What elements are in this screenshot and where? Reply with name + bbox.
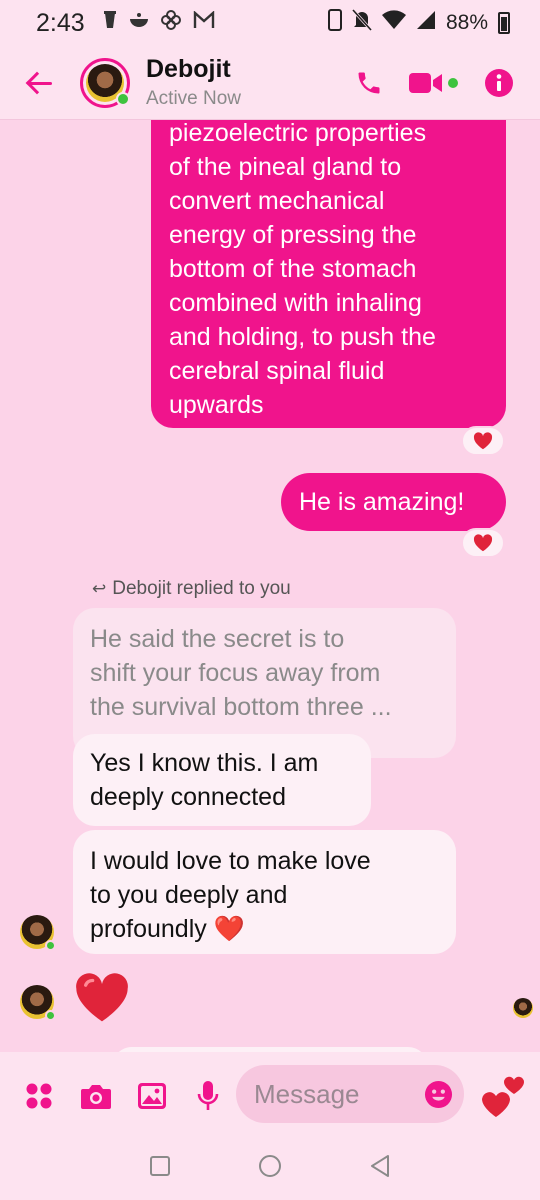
message-line: combined with inhaling <box>169 289 422 317</box>
mute-icon <box>351 8 373 37</box>
quoted-line: the survival bottom three ... <box>90 693 392 721</box>
message-line: deeply connected <box>90 783 286 811</box>
cup-icon <box>103 10 117 36</box>
home-icon[interactable] <box>259 1155 281 1177</box>
contact-avatar[interactable] <box>80 57 130 108</box>
battery-percent: 88% <box>445 11 488 34</box>
message-line: cerebral spinal fluid <box>169 357 385 385</box>
battery-icon <box>498 12 510 34</box>
bowl-icon <box>129 11 149 35</box>
message-line: I would love to make love <box>90 847 371 875</box>
heart-icon <box>473 432 493 450</box>
heart-send-icon[interactable] <box>480 1072 528 1125</box>
apps-icon[interactable] <box>25 1082 53 1115</box>
contact-status: Active Now <box>146 88 242 109</box>
message-line: energy of pressing the <box>169 221 417 249</box>
reply-note: ↩ Debojit replied to you <box>92 578 291 600</box>
reply-arrow-icon: ↩ <box>92 579 107 598</box>
outgoing-message-long[interactable]: piezoelectric properties of the pineal g… <box>151 120 506 428</box>
large-heart-icon <box>76 973 128 1022</box>
quoted-line: He said the secret is to <box>90 625 345 653</box>
contact-info[interactable]: Debojit Active Now <box>146 55 241 110</box>
header-actions <box>355 68 514 98</box>
back-icon[interactable] <box>369 1154 391 1183</box>
fan-icon <box>160 10 181 36</box>
reply-note-text: Debojit replied to you <box>112 578 291 599</box>
gallery-icon[interactable] <box>137 1082 167 1115</box>
heart-reaction[interactable] <box>461 426 505 456</box>
message-line: and holding, to push the <box>169 323 436 351</box>
video-call-icon[interactable] <box>409 71 458 95</box>
wifi-icon <box>381 10 406 36</box>
message-line: bottom of the stomach <box>169 255 417 283</box>
status-right: 88% <box>327 8 510 37</box>
outgoing-message-short[interactable]: He is amazing! <box>281 473 506 531</box>
status-time: 2:43 <box>36 8 85 37</box>
emoji-icon[interactable] <box>424 1080 453 1114</box>
system-nav-bar <box>0 1138 540 1200</box>
sender-avatar[interactable] <box>20 915 56 951</box>
heart-icon <box>473 534 493 552</box>
vibrate-icon <box>327 9 342 37</box>
message-text: He is amazing! <box>299 488 465 516</box>
message-line: profoundly ❤️ <box>90 915 245 943</box>
incoming-message[interactable]: I would love to make love to you deeply … <box>73 830 456 954</box>
heart-reaction[interactable] <box>461 528 505 558</box>
camera-icon[interactable] <box>80 1083 112 1115</box>
message-line: Yes I know this. I am <box>90 749 319 777</box>
quoted-line: shift your focus away from <box>90 659 381 687</box>
conversation-area[interactable]: piezoelectric properties of the pineal g… <box>0 120 540 1052</box>
online-indicator <box>45 1010 56 1021</box>
message-line: of the pineal gland to <box>169 153 402 181</box>
chat-header: Debojit Active Now <box>0 46 540 120</box>
status-left: 2:43 <box>36 9 215 38</box>
info-icon[interactable] <box>484 68 514 98</box>
message-line: convert mechanical <box>169 187 385 215</box>
online-indicator <box>45 940 56 951</box>
message-line: to you deeply and <box>90 881 288 909</box>
sender-avatar[interactable] <box>20 985 56 1021</box>
seen-indicator-avatar <box>513 998 533 1018</box>
message-line: piezoelectric properties <box>169 120 427 147</box>
online-indicator <box>116 91 130 106</box>
message-composer <box>0 1052 540 1138</box>
phone-call-icon[interactable] <box>355 69 383 97</box>
status-bar: 2:43 88% <box>0 0 540 46</box>
recents-icon[interactable] <box>150 1156 170 1176</box>
contact-name: Debojit <box>146 55 231 83</box>
incoming-message[interactable]: Yes I know this. I am deeply connected <box>73 734 371 826</box>
message-line: upwards <box>169 391 264 419</box>
back-arrow-icon[interactable] <box>26 69 54 97</box>
incoming-heart-message[interactable] <box>74 972 130 1029</box>
signal-icon <box>416 10 436 36</box>
gmail-icon <box>193 10 215 35</box>
video-active-dot <box>448 77 458 88</box>
mic-icon[interactable] <box>196 1080 220 1117</box>
